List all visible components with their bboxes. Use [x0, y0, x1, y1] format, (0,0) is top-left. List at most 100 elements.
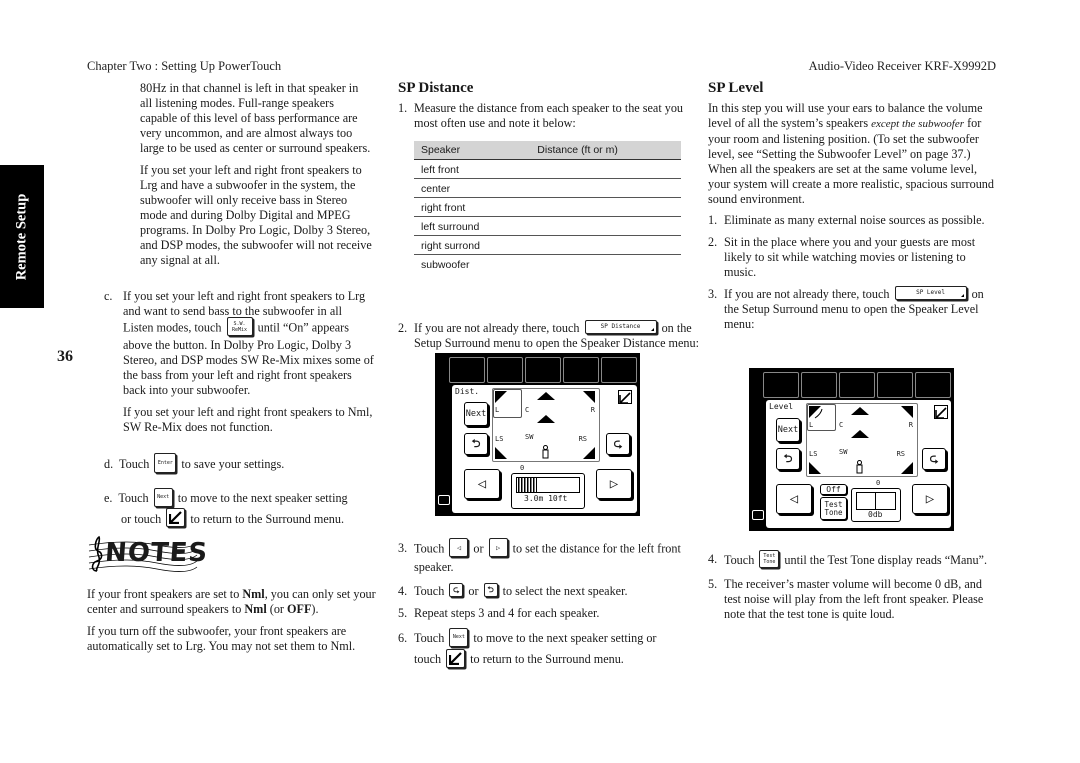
step-d-text-b: to save your settings. — [181, 456, 285, 471]
level-center-mark — [875, 493, 876, 509]
top-soft-button[interactable] — [487, 357, 523, 383]
screen-top-buttons — [763, 372, 951, 398]
sp-level-title: SP Level — [708, 80, 764, 96]
return-surround-icon[interactable] — [934, 405, 948, 419]
prev-speaker-button[interactable]: ⮌ — [464, 433, 488, 455]
test-tone-button-icon: Test Tone — [759, 550, 780, 568]
step-d: d. Touch Enter to save your settings. — [104, 453, 374, 475]
increase-button[interactable]: ▷ — [596, 469, 632, 499]
label-r: R — [908, 421, 913, 429]
speaker-map: L C R LS SW RS — [806, 403, 918, 477]
label-sw: SW — [525, 433, 534, 441]
note-1: If your front speakers are set to Nml, y… — [87, 587, 376, 616]
table-row: left front — [414, 159, 681, 179]
test-tone-button[interactable]: Test Tone — [820, 497, 847, 520]
table-row: right front — [414, 197, 681, 217]
distance-step-3: 3. Touch ◁ or ▷ to set the distance for … — [398, 538, 688, 670]
speaker-map: L C R LS SW RS — [492, 388, 600, 462]
sp-level-button-icon: SP Level — [894, 286, 967, 301]
next-button[interactable]: Next — [776, 418, 800, 442]
top-soft-button[interactable] — [915, 372, 951, 398]
speaker-l-sound-icon — [809, 406, 823, 419]
top-soft-button[interactable] — [563, 357, 599, 383]
screen-title: Level — [769, 402, 794, 411]
top-soft-button[interactable] — [525, 357, 561, 383]
step-c-nml: If you set your left and right front spe… — [123, 405, 373, 434]
next-speaker-button[interactable]: ⮎ — [606, 433, 630, 455]
page-number: 36 — [57, 348, 73, 365]
lrg-paragraph: If you set your left and right front spe… — [140, 163, 372, 267]
distance-step-2: 2. If you are not already there, touch S… — [398, 320, 699, 351]
next-button-icon: Next — [153, 487, 173, 507]
sw-remix-button-label: S.W. ReMix — [232, 320, 248, 333]
increase-button[interactable]: ▷ — [912, 484, 948, 514]
top-soft-button[interactable] — [449, 357, 485, 383]
return-surround-icon[interactable] — [618, 390, 632, 404]
label-c: C — [525, 406, 530, 414]
product-header: Audio-Video Receiver KRF-X9992D — [808, 59, 996, 73]
distance-readout: 3.0m 10ft — [524, 494, 568, 503]
scale-zero: 0 — [876, 479, 881, 487]
speaker-distance-screen: Dist. Next ⮌ ⮎ L C R LS SW RS ◁ ▷ 0 3.0m… — [435, 353, 640, 516]
return-surround-icon — [446, 648, 466, 668]
step-c: c. If you set your left and right front … — [104, 289, 374, 435]
notes-body: If your front speakers are set to Nml, y… — [87, 587, 377, 654]
prev-speaker-icon: ⮌ — [483, 583, 498, 598]
top-soft-button[interactable] — [801, 372, 837, 398]
top-soft-button[interactable] — [877, 372, 913, 398]
screen-panel: Dist. Next ⮌ ⮎ L C R LS SW RS ◁ ▷ 0 3.0m… — [452, 385, 637, 513]
top-soft-button[interactable] — [601, 357, 637, 383]
label-sw: SW — [839, 448, 848, 456]
table-row: right surrond — [414, 235, 681, 255]
level-steps-1-3: 1. Eliminate as many external noise sourc… — [708, 213, 985, 332]
next-speaker-icon: ⮎ — [449, 583, 464, 598]
distance-step-1: 1. Measure the distance from each speake… — [398, 101, 689, 131]
label-l: L — [495, 406, 500, 414]
decrease-button[interactable]: ◁ — [776, 484, 812, 514]
step-c-marker: c. — [104, 289, 113, 303]
step-e: e. Touch Next to move to the next speake… — [104, 487, 379, 529]
sp-level-intro: In this step you will use your ears to b… — [708, 101, 994, 206]
top-soft-button[interactable] — [763, 372, 799, 398]
section-tab: Remote Setup — [0, 165, 44, 308]
decrease-button[interactable]: ◁ — [464, 469, 500, 499]
speaker-r-icon — [583, 391, 595, 403]
speaker-sw-icon — [851, 430, 869, 438]
speaker-r-icon — [901, 406, 913, 418]
listener-icon — [856, 460, 863, 474]
screen-side-icon — [438, 495, 450, 505]
test-tone-mode-display: Off — [820, 484, 847, 495]
speaker-c-icon — [537, 392, 555, 400]
label-rs: RS — [578, 435, 587, 443]
speaker-rs-icon — [583, 447, 595, 459]
speaker-sw-icon — [537, 415, 555, 423]
distance-bar-fill — [518, 478, 537, 492]
speaker-l-icon — [495, 391, 507, 403]
screen-top-buttons — [449, 357, 637, 383]
step-d-text: Touch — [119, 456, 150, 471]
distance-meter: 3.0m 10ft — [511, 473, 585, 509]
listener-icon — [542, 445, 549, 459]
next-button[interactable]: Next — [464, 402, 488, 426]
speaker-rs-icon — [901, 462, 913, 474]
screen-side-icon — [752, 510, 764, 520]
sw-remix-button-icon: S.W. ReMix — [226, 317, 253, 336]
top-soft-button[interactable] — [839, 372, 875, 398]
prev-speaker-button[interactable]: ⮌ — [776, 448, 800, 470]
enter-button-label: Enter — [157, 460, 173, 466]
step-e-text-b: to move to the next speaker setting — [177, 491, 348, 505]
level-bar-track — [856, 492, 896, 510]
table-row: center — [414, 178, 681, 198]
speaker-ls-icon — [809, 462, 821, 474]
bass-paragraph: 80Hz in that channel is left in that spe… — [140, 81, 371, 155]
step-text: Measure the distance from each speaker t… — [414, 101, 684, 130]
label-c: C — [839, 421, 844, 429]
label-ls: LS — [809, 450, 818, 458]
notes-logo: NOTES — [87, 535, 209, 573]
next-button-icon: Next — [449, 627, 469, 647]
sp-distance-button-icon: SP Distance — [584, 320, 657, 335]
note-2: If you turn off the subwoofer, your fron… — [87, 624, 356, 653]
next-speaker-button[interactable]: ⮎ — [922, 448, 946, 470]
level-meter: 0db — [851, 488, 901, 522]
left-arrow-button-icon: ◁ — [449, 538, 469, 557]
